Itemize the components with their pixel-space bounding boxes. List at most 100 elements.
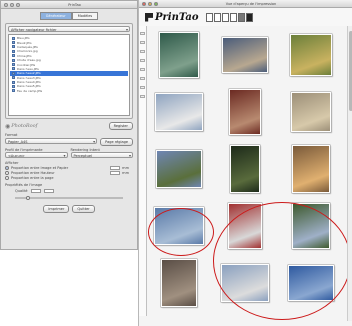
photo-archway[interactable] <box>292 145 330 193</box>
screen: PrinTao Générateur Modèles Afficher navi… <box>0 0 352 326</box>
file-list[interactable]: Bleu.JPG Bleu2.JPG Cadaqués.JPG Chamonix.jp… <box>8 34 130 116</box>
page-marker[interactable] <box>140 86 145 89</box>
image-file-icon <box>12 41 15 45</box>
image-file-icon <box>12 36 15 40</box>
image-file-icon <box>12 89 15 93</box>
profile-select[interactable]: <Aucun> <box>5 152 68 158</box>
register-button[interactable]: Register <box>108 122 133 130</box>
close-button[interactable] <box>142 1 146 6</box>
page-marker[interactable] <box>140 59 145 62</box>
photo-cell[interactable] <box>151 258 207 308</box>
width-input[interactable] <box>110 166 121 170</box>
minimize-button[interactable] <box>148 1 152 6</box>
file-name: Dans l'eau2.JPG <box>17 71 41 76</box>
photo-cell[interactable] <box>151 201 207 251</box>
options-heading: Afficher <box>5 161 19 165</box>
quality-section: Propriétés de l'image Qualité <box>5 183 133 200</box>
preview-toolbar: PrinTao <box>139 8 352 26</box>
quality-input[interactable] <box>30 189 41 193</box>
height-input[interactable] <box>110 171 121 175</box>
close-button[interactable] <box>4 2 8 7</box>
page-marker[interactable] <box>140 50 145 53</box>
slider-knob[interactable] <box>25 195 30 200</box>
radio-label: Proportion entre Image et Papier <box>11 166 69 170</box>
photo-cell[interactable] <box>151 144 207 194</box>
photo-agave[interactable] <box>159 32 199 78</box>
radio-label: Proportion entre Hauteur <box>11 171 55 175</box>
photo-cell[interactable] <box>217 144 273 194</box>
page-setup-button[interactable]: Page réglage <box>100 138 133 146</box>
logo-text: PhotoRoof <box>11 123 38 129</box>
photo-red-flower-wall[interactable] <box>228 203 262 249</box>
photo-cell[interactable] <box>283 87 339 137</box>
photo-cell[interactable] <box>217 201 273 251</box>
photo-airport[interactable] <box>221 264 269 302</box>
photo-cell[interactable] <box>283 30 339 80</box>
photo-airplane[interactable] <box>155 93 203 131</box>
photo-courtyard[interactable] <box>291 92 331 132</box>
tab-generateur[interactable]: Générateur <box>39 12 72 20</box>
layout-thumb[interactable] <box>213 12 221 22</box>
file-browser-group: Afficher navigateur fichier Bleu.JPGBleu… <box>5 23 133 119</box>
page-strip <box>139 26 147 316</box>
preview-titlebar: Vue d'aperçu de l'impression <box>139 0 352 8</box>
quality-input-2[interactable] <box>43 189 54 193</box>
file-name: Dans l'eau.JPG <box>17 66 39 71</box>
image-file-icon <box>12 76 15 80</box>
photo-cell[interactable] <box>217 258 273 308</box>
radio-proportion-page[interactable]: Proportion entre la page <box>5 176 133 180</box>
photo-street-scene[interactable] <box>222 37 268 73</box>
layout-thumb[interactable] <box>245 12 253 22</box>
quality-slider[interactable] <box>15 195 123 200</box>
page-marker[interactable] <box>140 32 145 35</box>
page-marker[interactable] <box>140 68 145 71</box>
image-file-icon <box>12 71 15 75</box>
tab-modeles[interactable]: Modèles <box>71 12 99 20</box>
zoom-button[interactable] <box>154 1 158 6</box>
photo-cell[interactable] <box>283 258 339 308</box>
print-button[interactable]: Imprimer <box>43 204 70 213</box>
file-item[interactable]: Feu de camp.JPG <box>10 89 128 93</box>
radio-dot[interactable] <box>5 166 9 170</box>
photo-old-buildings[interactable] <box>161 259 197 307</box>
photo-cell[interactable] <box>283 201 339 251</box>
photo-sea-cliff[interactable] <box>288 265 334 301</box>
photo-red-shop[interactable] <box>229 89 261 135</box>
size-options: Afficher Proportion entre Image et Papie… <box>1 161 137 180</box>
photo-palm-tree[interactable] <box>290 34 332 76</box>
photo-cell[interactable] <box>283 144 339 194</box>
radio-proportion-image[interactable]: Proportion entre Image et Papier mm <box>5 166 133 170</box>
photo-cell[interactable] <box>217 30 273 80</box>
image-file-icon <box>12 67 15 71</box>
page-marker[interactable] <box>140 77 145 80</box>
vertical-scrollbar[interactable] <box>347 26 352 321</box>
photo-cell[interactable] <box>151 87 207 137</box>
layout-thumb[interactable] <box>205 12 213 22</box>
file-name: Bleu2.JPG <box>17 40 32 45</box>
zoom-button[interactable] <box>16 2 20 7</box>
photo-bay-view[interactable] <box>154 207 204 245</box>
format-select[interactable]: Papier_A4S <box>5 138 98 144</box>
photo-cell[interactable] <box>151 30 207 80</box>
rendering-select[interactable]: Perceptuel <box>70 152 133 158</box>
photo-coast-road[interactable] <box>156 150 202 188</box>
photo-dark-bush[interactable] <box>230 145 260 193</box>
file-name: Cocotier.JPG <box>17 62 36 67</box>
radio-proportion-height[interactable]: Proportion entre Hauteur mm <box>5 171 133 175</box>
layout-thumb[interactable] <box>237 12 245 22</box>
radio-dot[interactable] <box>5 176 9 180</box>
action-row: Imprimer Quitter <box>5 204 133 213</box>
source-select[interactable]: Afficher navigateur fichier <box>8 26 130 32</box>
minimize-button[interactable] <box>10 2 14 7</box>
page-marker[interactable] <box>140 41 145 44</box>
page-marker[interactable] <box>140 95 145 98</box>
photo-cell[interactable] <box>217 87 273 137</box>
photo-palms-road[interactable] <box>292 203 330 249</box>
quit-button[interactable]: Quitter <box>72 204 95 213</box>
layout-thumb[interactable] <box>221 12 229 22</box>
layout-thumb[interactable] <box>229 12 237 22</box>
photo-grid <box>151 30 351 320</box>
radio-dot[interactable] <box>5 171 9 175</box>
scroll-thumb[interactable] <box>348 31 352 111</box>
quality-label: Qualité <box>15 189 28 193</box>
